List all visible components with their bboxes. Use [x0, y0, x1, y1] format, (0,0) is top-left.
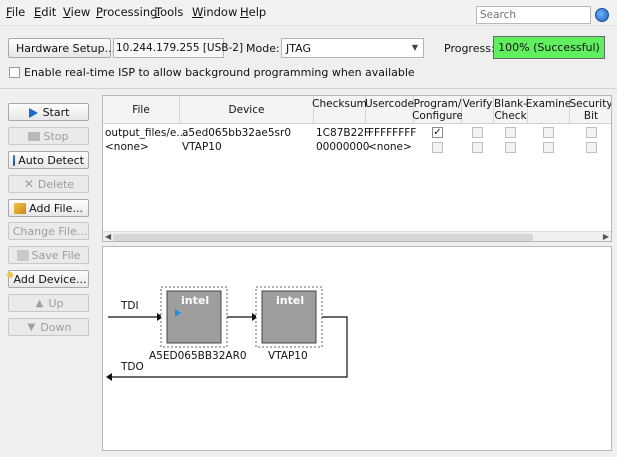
- chip-2-name: VTAP10: [268, 350, 308, 362]
- column-header-usercode[interactable]: Usercode: [365, 96, 414, 124]
- menu-view[interactable]: View: [63, 5, 90, 19]
- menu-edit[interactable]: Edit: [34, 5, 56, 19]
- chain-svg: [106, 286, 348, 381]
- save-icon: [16, 249, 29, 261]
- up-button[interactable]: ▲ Up: [8, 294, 89, 312]
- security-bit-checkbox[interactable]: [586, 142, 597, 153]
- column-header-verify[interactable]: Verify: [462, 96, 494, 124]
- scroll-right-icon[interactable]: ▶: [603, 232, 609, 241]
- stop-icon: [28, 131, 41, 141]
- verify-checkbox[interactable]: [472, 127, 483, 138]
- device-table: File Device Checksum Usercode Program/Co…: [102, 95, 612, 242]
- tdo-label: TDO: [121, 361, 144, 373]
- intel-logo: intel: [181, 294, 210, 307]
- progress-bar: 100% (Successful): [493, 36, 605, 59]
- divider: [0, 88, 617, 89]
- change-file-button[interactable]: Change File...: [8, 222, 89, 240]
- globe-icon[interactable]: [595, 8, 609, 22]
- auto-detect-icon: [13, 154, 16, 166]
- menu-help[interactable]: Help: [240, 5, 266, 19]
- column-header-file[interactable]: File: [103, 96, 180, 124]
- progress-label: Progress:: [444, 42, 495, 55]
- mode-select[interactable]: JTAG ▼: [281, 38, 424, 58]
- cell-usercode: <none>: [368, 141, 412, 153]
- program-checkbox[interactable]: [432, 142, 443, 153]
- isp-label: Enable real-time ISP to allow background…: [24, 66, 415, 79]
- examine-checkbox[interactable]: [543, 127, 554, 138]
- chip-1-name: A5ED065BB32AR0: [149, 350, 247, 362]
- column-header-examine[interactable]: Examine: [526, 96, 571, 124]
- chevron-down-icon: ▼: [411, 43, 418, 52]
- arrow-up-icon: ▲: [35, 297, 44, 309]
- arrow-down-icon: ▼: [27, 321, 36, 333]
- column-header-device[interactable]: Device: [180, 96, 314, 124]
- stop-button[interactable]: Stop: [8, 127, 89, 145]
- verify-checkbox[interactable]: [472, 142, 483, 153]
- folder-icon: [14, 202, 27, 214]
- examine-checkbox[interactable]: [543, 142, 554, 153]
- auto-detect-button[interactable]: Auto Detect: [8, 151, 89, 169]
- save-file-button[interactable]: Save File: [8, 246, 89, 264]
- menu-file[interactable]: File: [6, 5, 25, 19]
- tdi-label: TDI: [121, 300, 139, 312]
- column-header-checksum[interactable]: Checksum: [312, 96, 367, 124]
- scroll-left-icon[interactable]: ◀: [105, 232, 111, 241]
- arrow-left-icon: [106, 373, 112, 381]
- mode-label: Mode:: [246, 42, 280, 55]
- add-file-button[interactable]: Add File...: [8, 199, 89, 217]
- program-checkbox[interactable]: ✓: [432, 127, 443, 138]
- jtag-chain-diagram: TDI TDO intel intel A5ED065BB32AR0 VTAP1…: [102, 246, 612, 451]
- search-input[interactable]: [476, 6, 591, 24]
- delete-icon: ✕: [23, 176, 34, 191]
- delete-button[interactable]: ✕ Delete: [8, 175, 89, 193]
- down-button[interactable]: ▼ Down: [8, 318, 89, 336]
- menu-bar: File Edit View Processing Tools Window H…: [0, 0, 617, 26]
- blank-check-checkbox[interactable]: [505, 127, 516, 138]
- cell-checksum: 1C87B22F: [316, 127, 370, 139]
- hardware-field: 10.244.179.255 [USB-2]: [113, 38, 243, 58]
- menu-processing[interactable]: Processing: [96, 5, 157, 19]
- column-header-program[interactable]: Program/Configure: [412, 96, 463, 124]
- cell-checksum: 00000000: [316, 141, 370, 153]
- security-bit-checkbox[interactable]: [586, 127, 597, 138]
- blank-check-checkbox[interactable]: [505, 142, 516, 153]
- start-button[interactable]: Start: [8, 103, 89, 121]
- cell-file: <none>: [105, 141, 149, 153]
- isp-checkbox[interactable]: [9, 67, 20, 78]
- progress-text: 100% (Successful): [498, 41, 600, 54]
- menu-tools[interactable]: Tools: [155, 5, 183, 19]
- intel-logo: intel: [276, 294, 305, 307]
- column-header-blank-check[interactable]: Blank- Check: [494, 96, 528, 124]
- cell-device: VTAP10: [182, 141, 222, 153]
- scrollbar-thumb[interactable]: [113, 234, 533, 241]
- start-icon: [28, 107, 40, 118]
- add-device-button[interactable]: Add Device...: [6, 270, 89, 288]
- menu-window[interactable]: Window: [192, 5, 237, 19]
- cell-file: output_files/e...: [105, 127, 187, 139]
- column-header-security-bit[interactable]: Security Bit: [569, 96, 611, 124]
- hardware-setup-button[interactable]: Hardware Setup...: [8, 38, 115, 58]
- cell-usercode: FFFFFFFF: [368, 127, 417, 139]
- horizontal-scrollbar[interactable]: ◀ ▶: [103, 231, 611, 241]
- cell-device: a5ed065bb32ae5sr0: [182, 127, 292, 139]
